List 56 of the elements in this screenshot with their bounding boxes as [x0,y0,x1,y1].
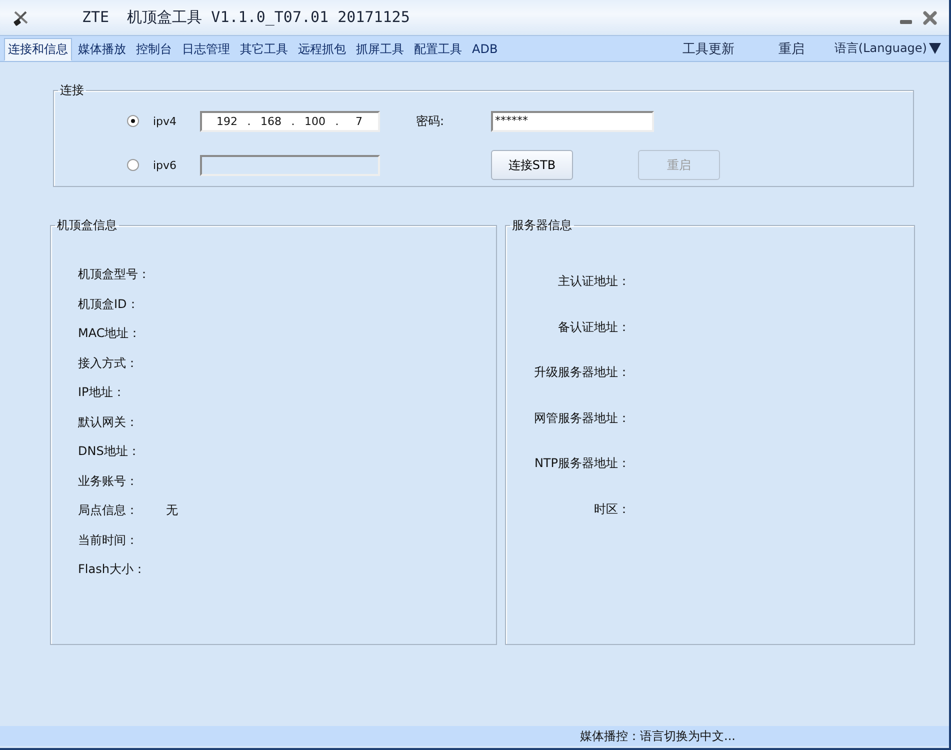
radio-button[interactable] [127,159,139,171]
ip-address-field[interactable] [200,154,380,176]
field-label: MAC地址： [78,325,142,342]
field-label: 当前时间： [78,532,139,549]
radio-button[interactable] [127,115,139,127]
field-value: 无 [166,502,178,520]
ip-separator: . [246,114,252,128]
ip-octet: 7 [354,114,364,128]
password-field[interactable]: ****** [491,110,654,132]
field-label: 时区： [593,500,630,518]
close-button[interactable] [921,8,939,26]
connect-button[interactable]: 连接STB [491,150,573,180]
caret-icon [929,43,941,54]
field-label: 机顶盒ID： [78,296,140,313]
close-icon [923,10,937,24]
tab[interactable]: 抓屏工具 [352,38,408,61]
toolbar-link[interactable]: 工具更新 [682,38,734,61]
language-menu[interactable]: 语言(Language) [834,38,941,61]
field-label: IP地址： [78,384,126,402]
tools-icon [12,10,30,26]
field-label: Flash大小： [78,561,146,578]
field-label: 接入方式： [78,354,139,372]
ip-address-field[interactable]: 192 . 168 . 100 . 7 [200,110,380,132]
field-label: 备认证地址： [557,318,630,336]
field-label: NTP服务器地址： [533,455,630,472]
status-text: 媒体播控：语言切换为中文... [580,728,736,744]
minimize-icon [900,20,912,24]
field-label: 主认证地址： [557,273,630,290]
ip-separator: . [290,114,296,128]
group-title: 连接 [59,82,85,99]
tab[interactable]: 其它工具 [236,38,292,61]
ip-separator: . [334,114,340,128]
tab[interactable]: ADB [468,38,502,61]
field-label: 业务账号： [78,472,139,490]
tab[interactable]: 日志管理 [178,38,234,61]
field-label: 机顶盒型号： [78,266,151,284]
ip-octet: 192 [216,114,238,128]
password-label: 密码: [415,112,446,130]
field-label: 网管服务器地址： [533,410,630,427]
radio-label: ipv4 [153,114,177,128]
field-label: DNS地址： [78,443,141,460]
tab[interactable]: 连接和信息 [4,38,72,61]
field-label: 升级服务器地址： [533,364,630,382]
window-title: ZTE 机顶盒工具 V1.1.0_T07.01 20171125 [82,8,410,27]
group-title: 机顶盒信息 [56,217,118,234]
field-label: 默认网关： [78,414,139,431]
ip-octet: 100 [304,114,326,128]
tab[interactable]: 远程抓包 [294,38,350,61]
field-label: 局点信息： [78,502,139,520]
ip-octet: 168 [260,114,282,128]
group-title: 服务器信息 [511,217,573,234]
tab[interactable]: 媒体播放 [74,38,130,61]
radio-label: ipv6 [153,158,177,172]
tab[interactable]: 控制台 [132,38,176,61]
toolbar-link[interactable]: 重启 [778,38,804,61]
tab[interactable]: 配置工具 [410,38,466,61]
